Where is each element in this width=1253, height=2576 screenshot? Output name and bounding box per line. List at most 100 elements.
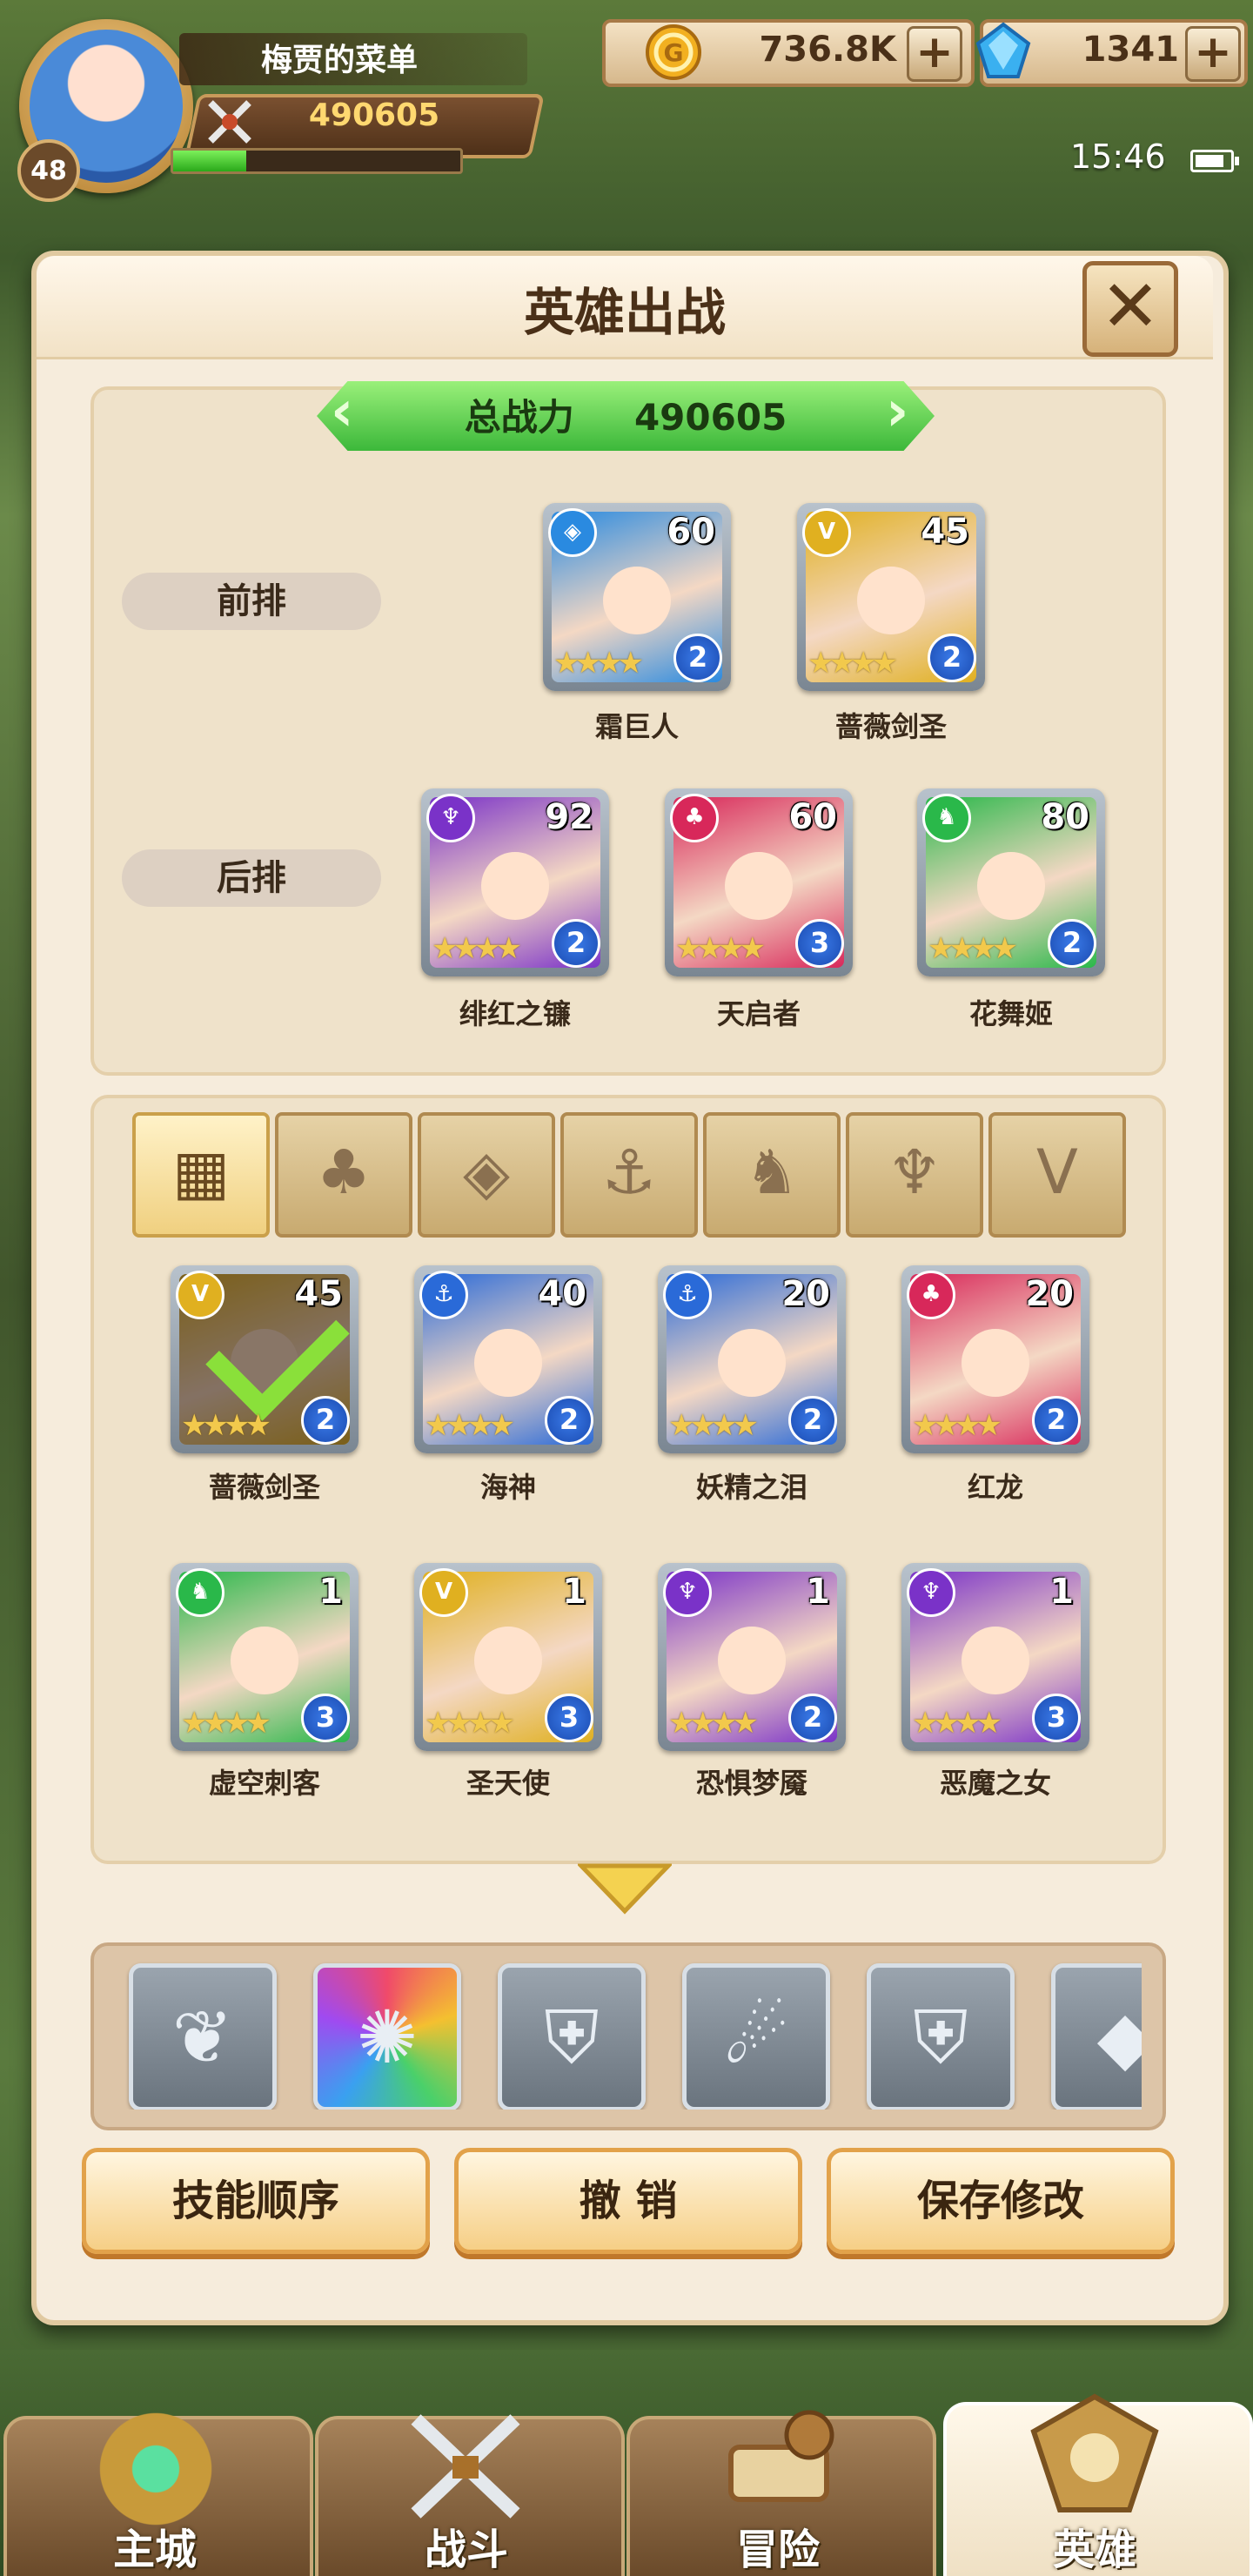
expand-arrow-icon[interactable] [578,1862,672,1915]
hero-face [473,1626,543,1695]
filter-tab-anchor-icon[interactable]: ⚓ [560,1112,698,1238]
shield-crest-icon: ⛨ [913,1995,968,2080]
hero-name: 花舞姬 [968,997,1053,1030]
hero-card[interactable]: ♞ 1 3 [171,1563,358,1751]
skill-slot[interactable]: ✺ [313,1963,461,2110]
hero-face [724,851,794,921]
hero-name: 海神 [479,1471,536,1504]
gold-amount: 736.8K [759,30,896,70]
filter-tab-diamond-icon[interactable]: ◈ [418,1112,555,1238]
player-name: 梅贾的菜单 [260,43,418,78]
hero-face [856,566,926,635]
hero-level: 92 [545,797,593,837]
hero-card[interactable]: ♞ 80 2 [917,788,1105,976]
hero-card[interactable]: ⚓ 20 2 [658,1265,846,1453]
skill-slot[interactable]: ❦ [129,1963,277,2110]
hero-name: 恐惧梦魇 [695,1767,807,1800]
hero-level: 60 [788,797,837,837]
hero-grade-badge: 3 [1032,1694,1081,1742]
hero-card[interactable]: ♆ 92 2 [421,788,609,976]
hero-card[interactable]: ♣ 20 2 [901,1265,1089,1453]
nav-label-battle: 战斗 [424,2526,508,2574]
add-gold-button[interactable]: + [907,26,962,82]
star-rating-icon [675,931,761,966]
add-gems-button[interactable]: + [1185,26,1241,82]
hero-level: 1 [562,1572,586,1612]
shield-crest-icon: ⛨ [544,1995,600,2080]
hero-face [473,1328,543,1398]
star-rating-icon [432,931,517,966]
horns-faction-icon: ♆ [907,1568,955,1617]
flame-faction-icon: ♣ [670,794,719,842]
hero-grade-badge: 3 [545,1694,593,1742]
hero-card[interactable]: ♆ 1 2 [658,1563,846,1751]
skill-order-button[interactable]: 技能顺序 [82,2148,430,2254]
player-exp-fill [173,151,246,171]
status-clock: 15:46 [1070,138,1166,176]
hero-level: 80 [1041,797,1089,837]
skill-slot[interactable]: ⛨ [867,1963,1015,2110]
skill-slot[interactable]: ◆ [1051,1963,1142,2110]
hero-card[interactable]: ⚓ 40 2 [414,1265,602,1453]
filter-tab-chevron-icon[interactable]: V [988,1112,1126,1238]
star-rating-icon [425,1706,510,1741]
undo-button[interactable]: 撤 销 [454,2148,802,2254]
filter-tab-beast-icon[interactable]: ♞ [703,1112,841,1238]
hero-name: 圣天使 [466,1767,550,1800]
hero-name: 蔷薇剑圣 [208,1471,320,1504]
hero-face [230,1626,299,1695]
skill-queue-strip[interactable]: ❦ ✺ ⛨ ☄ ⛨ ◆ [122,1956,1142,2110]
hero-card[interactable]: V 45 2 [171,1265,358,1453]
save-changes-button[interactable]: 保存修改 [827,2148,1175,2254]
nav-label-adventure: 冒险 [735,2526,820,2574]
total-power-label: 总战力 [464,396,574,439]
back-row-label: 后排 [122,849,381,907]
star-rating-icon [553,646,639,681]
player-level-badge: 48 [17,139,80,202]
star-rating-icon [668,1706,754,1741]
rainbow-burst-icon: ✺ [356,1995,419,2080]
hero-grade-badge: 2 [1048,919,1096,968]
crossed-swords-icon [208,100,251,144]
gem-amount: 1341 [1082,30,1179,70]
hero-face [976,851,1046,921]
star-rating-icon [425,1408,510,1443]
hero-grade-badge: 2 [545,1396,593,1445]
filter-tab-all-grid-icon[interactable]: ▦ [132,1112,270,1238]
hero-card[interactable]: V 1 3 [414,1563,602,1751]
hero-level: 1 [318,1572,343,1612]
star-rating-icon [928,931,1013,966]
hero-face [961,1328,1030,1398]
svg-text:G: G [664,38,684,67]
hero-card[interactable]: ♆ 1 3 [901,1563,1089,1751]
close-button[interactable]: ✕ [1082,261,1178,357]
hero-name: 蔷薇剑圣 [834,710,947,743]
battery-icon [1190,150,1239,172]
hero-card[interactable]: V 45 2 [797,503,985,691]
flame-faction-icon: ♣ [907,1271,955,1319]
chevron-faction-icon: V [419,1568,468,1617]
skill-slot[interactable]: ☄ [682,1963,830,2110]
hero-name: 霜巨人 [594,710,679,743]
star-rating-icon [912,1706,997,1741]
front-row-label: 前排 [122,573,381,630]
hero-card[interactable]: ♣ 60 3 [665,788,853,976]
hero-grade-badge: 2 [928,634,976,682]
filter-tab-horns-icon[interactable]: ♆ [846,1112,983,1238]
hero-grade-badge: 3 [301,1694,350,1742]
star-rating-icon [181,1408,266,1443]
skill-slot[interactable]: ⛨ [498,1963,646,2110]
blue-gem-icon [975,22,1031,78]
hero-level: 1 [1049,1572,1074,1612]
hero-name: 天启者 [716,997,801,1030]
hero-level: 20 [1025,1274,1074,1314]
hero-face [717,1626,787,1695]
player-power-value: 490605 [308,97,440,133]
filter-tab-flame-icon[interactable]: ♣ [275,1112,412,1238]
hero-level: 20 [781,1274,830,1314]
horns-faction-icon: ♆ [663,1568,712,1617]
hero-grade-badge: 2 [673,634,722,682]
hero-grade-badge: 2 [788,1396,837,1445]
hero-card[interactable]: ◈ 60 2 [543,503,731,691]
nav-label-heroes: 英雄 [1052,2526,1136,2574]
